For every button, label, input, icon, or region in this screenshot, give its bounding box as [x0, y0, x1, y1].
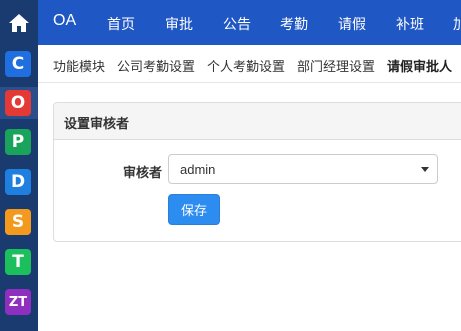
save-button[interactable]: 保存: [168, 194, 220, 225]
app-t-glyph: T: [12, 252, 24, 272]
nav-announcement[interactable]: 公告: [223, 14, 251, 34]
reviewer-panel: 设置审核者 审核者 admin 保存: [53, 102, 461, 242]
nav-attendance[interactable]: 考勤: [280, 14, 308, 34]
nav-leave[interactable]: 请假: [338, 14, 366, 34]
subnav-dept-manager[interactable]: 部门经理设置: [297, 56, 375, 75]
app-o-icon[interactable]: O: [5, 90, 31, 116]
app-sidebar: C O P D S T ZT: [0, 0, 38, 331]
app-zt-icon[interactable]: ZT: [5, 289, 31, 315]
nav-makeup-shift[interactable]: 补班: [396, 14, 424, 34]
app-d-glyph: D: [10, 172, 26, 192]
reviewer-select-value: admin: [180, 162, 216, 177]
app-s-glyph: S: [11, 212, 25, 232]
app-s-icon[interactable]: S: [5, 209, 31, 235]
nav-approval[interactable]: 审批: [165, 14, 193, 34]
app-t-icon[interactable]: T: [5, 249, 31, 275]
chevron-down-icon: [421, 167, 429, 172]
app-c-glyph: C: [11, 54, 25, 74]
subnav-personal-attendance[interactable]: 个人考勤设置: [207, 56, 285, 75]
app-o-glyph: O: [10, 93, 26, 113]
panel-header: 设置审核者: [54, 103, 461, 140]
brand-logo[interactable]: OA: [53, 12, 76, 30]
panel-title: 设置审核者: [64, 116, 130, 131]
app-p-icon[interactable]: P: [5, 129, 31, 155]
nav-home[interactable]: 首页: [107, 14, 135, 34]
app-d-icon[interactable]: D: [5, 169, 31, 195]
subnav-company-attendance[interactable]: 公司考勤设置: [117, 56, 195, 75]
subnav-leave-approver[interactable]: 请假审批人: [387, 56, 452, 75]
top-navigation: OA 首页 审批 公告 考勤 请假 补班 加: [38, 0, 461, 45]
nav-overtime[interactable]: 加: [453, 14, 461, 34]
app-c-icon[interactable]: C: [5, 51, 31, 77]
reviewer-select[interactable]: admin: [168, 154, 438, 184]
sub-navigation: 功能模块 公司考勤设置 个人考勤设置 部门经理设置 请假审批人: [38, 45, 461, 83]
reviewer-label: 审核者: [123, 165, 163, 180]
app-zt-glyph: ZT: [8, 294, 28, 310]
subnav-function-module[interactable]: 功能模块: [53, 56, 105, 75]
home-icon[interactable]: [0, 0, 38, 45]
app-p-glyph: P: [11, 132, 25, 152]
